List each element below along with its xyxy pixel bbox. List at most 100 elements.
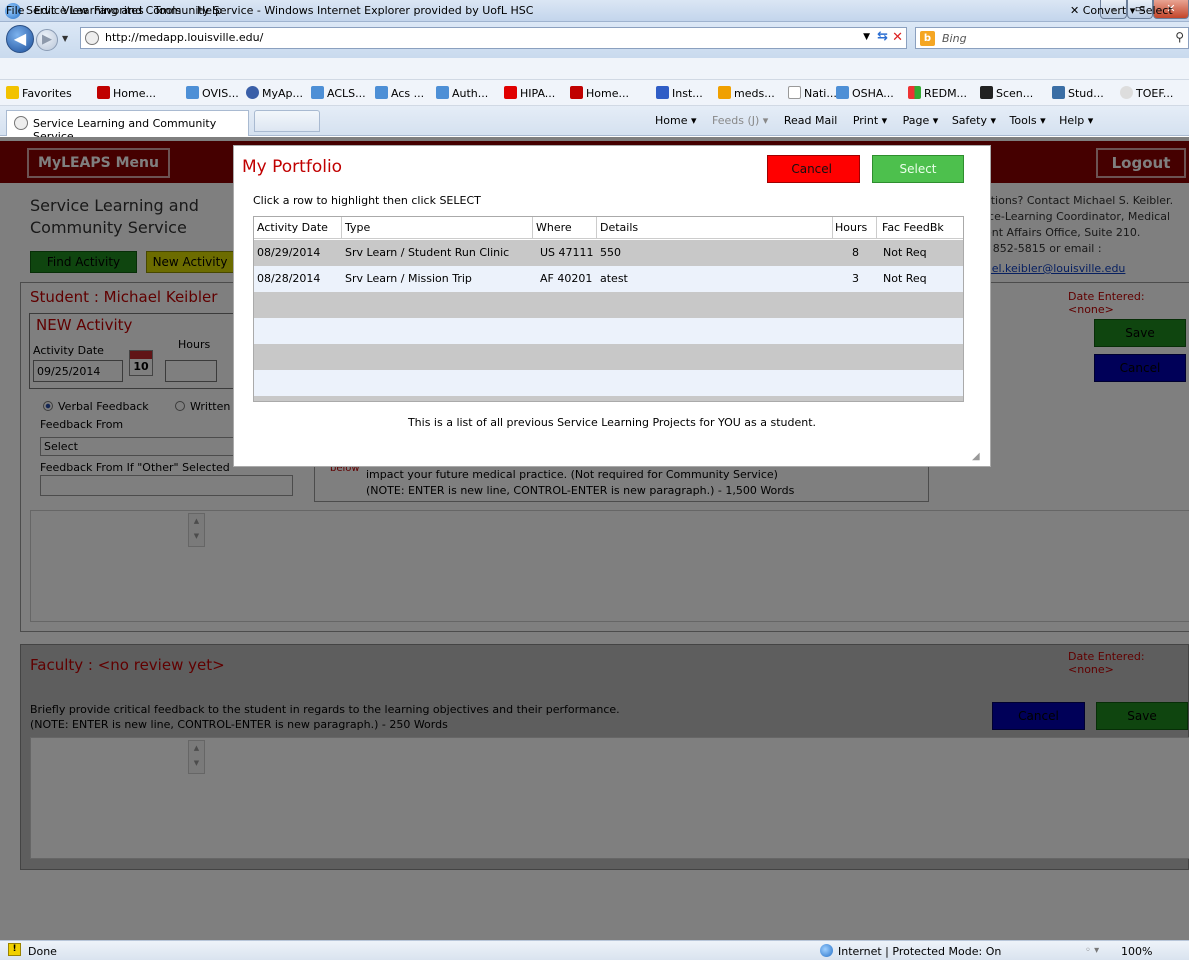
stop-icon[interactable]: ✕ bbox=[892, 30, 903, 45]
fav-item[interactable]: HIPA... bbox=[504, 86, 555, 100]
fav-item-label: Acs ... bbox=[391, 87, 425, 100]
fav-item[interactable]: Auth... bbox=[436, 86, 488, 100]
fav-item-label: Scen... bbox=[996, 87, 1034, 100]
fav-item[interactable]: OSHA... bbox=[836, 86, 894, 100]
page-menu-button[interactable]: Page ▾ bbox=[903, 114, 939, 127]
cell-fac-feedbk: Not Req bbox=[883, 272, 927, 285]
fav-item-label: MyAp... bbox=[262, 87, 303, 100]
cell-details: 550 bbox=[600, 246, 621, 259]
back-button[interactable]: ◀ bbox=[6, 25, 34, 53]
meds-icon bbox=[718, 86, 731, 99]
tools-menu-button[interactable]: Tools ▾ bbox=[1010, 114, 1046, 127]
address-dropdown-icon[interactable]: ▼ bbox=[863, 32, 870, 42]
fav-item[interactable]: OVIS... bbox=[186, 86, 239, 100]
empty-row[interactable] bbox=[254, 292, 963, 318]
warning-icon[interactable]: ! bbox=[8, 943, 21, 956]
fav-item-label: HIPA... bbox=[520, 87, 556, 100]
favorites-button[interactable]: Favorites bbox=[6, 86, 72, 100]
table-row[interactable]: 08/29/2014 Srv Learn / Student Run Clini… bbox=[254, 240, 963, 266]
bing-logo-icon: b bbox=[920, 31, 935, 46]
col-fac-feedbk[interactable]: Fac FeedBk bbox=[882, 217, 944, 239]
ie-page-icon bbox=[436, 86, 449, 99]
ul-logo-icon bbox=[97, 86, 110, 99]
empty-row[interactable] bbox=[254, 344, 963, 370]
fav-item-label: TOEF... bbox=[1136, 87, 1174, 100]
menu-tools[interactable]: Tools bbox=[154, 4, 181, 17]
ie-page-icon bbox=[186, 86, 199, 99]
dialog-instruction: Click a row to highlight then click SELE… bbox=[253, 194, 481, 207]
fav-item[interactable]: Home... bbox=[97, 86, 156, 100]
fav-item-label: Stud... bbox=[1068, 87, 1104, 100]
dialog-cancel-button[interactable]: Cancel bbox=[767, 155, 860, 183]
fav-item[interactable]: meds... bbox=[718, 86, 775, 100]
cell-type: Srv Learn / Student Run Clinic bbox=[345, 246, 510, 259]
dialog-footer-text: This is a list of all previous Service L… bbox=[407, 416, 817, 429]
empty-row[interactable] bbox=[254, 396, 963, 401]
portfolio-grid: Activity Date Type Where Details Hours F… bbox=[253, 216, 964, 402]
cell-where: AF 40201 bbox=[540, 272, 593, 285]
zoom-level[interactable]: 100% bbox=[1121, 945, 1152, 958]
fav-item[interactable]: Home... bbox=[570, 86, 629, 100]
ie-page-icon bbox=[311, 86, 324, 99]
fav-item-label: Home... bbox=[586, 87, 629, 100]
col-where[interactable]: Where bbox=[536, 217, 572, 239]
status-text: Done bbox=[28, 945, 57, 958]
internet-zone-icon bbox=[820, 944, 833, 957]
search-icon[interactable]: ⚲ bbox=[1175, 30, 1184, 44]
fav-item[interactable]: Scen... bbox=[980, 86, 1033, 100]
resize-grip-icon[interactable]: ◢ bbox=[972, 451, 986, 465]
col-activity-date[interactable]: Activity Date bbox=[257, 217, 328, 239]
empty-row[interactable] bbox=[254, 370, 963, 396]
menu-file[interactable]: File bbox=[6, 4, 24, 17]
menu-view[interactable]: View bbox=[62, 4, 88, 17]
col-hours[interactable]: Hours bbox=[835, 217, 867, 239]
col-divider bbox=[532, 217, 533, 239]
empty-row[interactable] bbox=[254, 318, 963, 344]
convert-toolbar[interactable]: ✕ Convert ▾ Select bbox=[1070, 4, 1173, 17]
fav-item[interactable]: Stud... bbox=[1052, 86, 1104, 100]
cell-activity-date: 08/28/2014 bbox=[257, 272, 321, 285]
url-text[interactable]: http://medapp.louisville.edu/ bbox=[105, 31, 263, 44]
fav-item[interactable]: Acs ... bbox=[375, 86, 424, 100]
fav-item[interactable]: Nati... bbox=[788, 86, 837, 100]
address-bar[interactable]: http://medapp.louisville.edu/ ▼ ⇆ ✕ bbox=[80, 27, 907, 49]
search-box[interactable]: b Bing ⚲ bbox=[915, 27, 1189, 49]
cell-where: US 47111 bbox=[540, 246, 594, 259]
ul-logo-icon bbox=[570, 86, 583, 99]
table-row[interactable]: 08/28/2014 Srv Learn / Mission Trip AF 4… bbox=[254, 266, 963, 292]
home-button[interactable]: Home ▾ bbox=[655, 114, 697, 127]
recent-pages-dropdown-icon[interactable]: ▼ bbox=[62, 34, 68, 43]
dialog-select-button[interactable]: Select bbox=[872, 155, 964, 183]
col-type[interactable]: Type bbox=[345, 217, 370, 239]
protected-mode-icon[interactable]: ◦ ▾ bbox=[1085, 945, 1099, 956]
menu-bar bbox=[0, 58, 1189, 80]
fav-item[interactable]: MyAp... bbox=[246, 86, 303, 100]
myapps-icon bbox=[246, 86, 259, 99]
fav-item[interactable]: REDM... bbox=[908, 86, 967, 100]
security-zone[interactable]: Internet | Protected Mode: On bbox=[838, 945, 1001, 958]
help-menu-button[interactable]: Help ▾ bbox=[1059, 114, 1093, 127]
fav-item-label: Nati... bbox=[804, 87, 837, 100]
refresh-icon[interactable]: ⇆ bbox=[877, 29, 888, 44]
print-button[interactable]: Print ▾ bbox=[853, 114, 887, 127]
menu-edit[interactable]: Edit bbox=[34, 4, 55, 17]
read-mail-button[interactable]: Read Mail bbox=[784, 114, 837, 127]
fav-item[interactable]: ACLS... bbox=[311, 86, 366, 100]
tab-service-learning[interactable]: Service Learning and Community Service bbox=[6, 110, 249, 143]
fav-item-label: Inst... bbox=[672, 87, 703, 100]
safety-menu-button[interactable]: Safety ▾ bbox=[952, 114, 996, 127]
feeds-button[interactable]: Feeds (J) ▾ bbox=[712, 114, 768, 127]
col-details[interactable]: Details bbox=[600, 217, 638, 239]
forward-button[interactable]: ▶ bbox=[36, 29, 58, 51]
info-icon bbox=[788, 86, 801, 99]
col-divider bbox=[341, 217, 342, 239]
fav-item[interactable]: Inst... bbox=[656, 86, 703, 100]
search-placeholder[interactable]: Bing bbox=[942, 32, 967, 45]
fav-item[interactable]: TOEF... bbox=[1120, 86, 1173, 100]
menu-help[interactable]: Help bbox=[197, 4, 222, 17]
menu-favorites[interactable]: Favorites bbox=[94, 4, 144, 17]
new-tab-button[interactable] bbox=[254, 110, 320, 132]
toef-icon bbox=[1120, 86, 1133, 99]
red-cross-icon bbox=[504, 86, 517, 99]
cell-hours: 8 bbox=[852, 246, 859, 259]
